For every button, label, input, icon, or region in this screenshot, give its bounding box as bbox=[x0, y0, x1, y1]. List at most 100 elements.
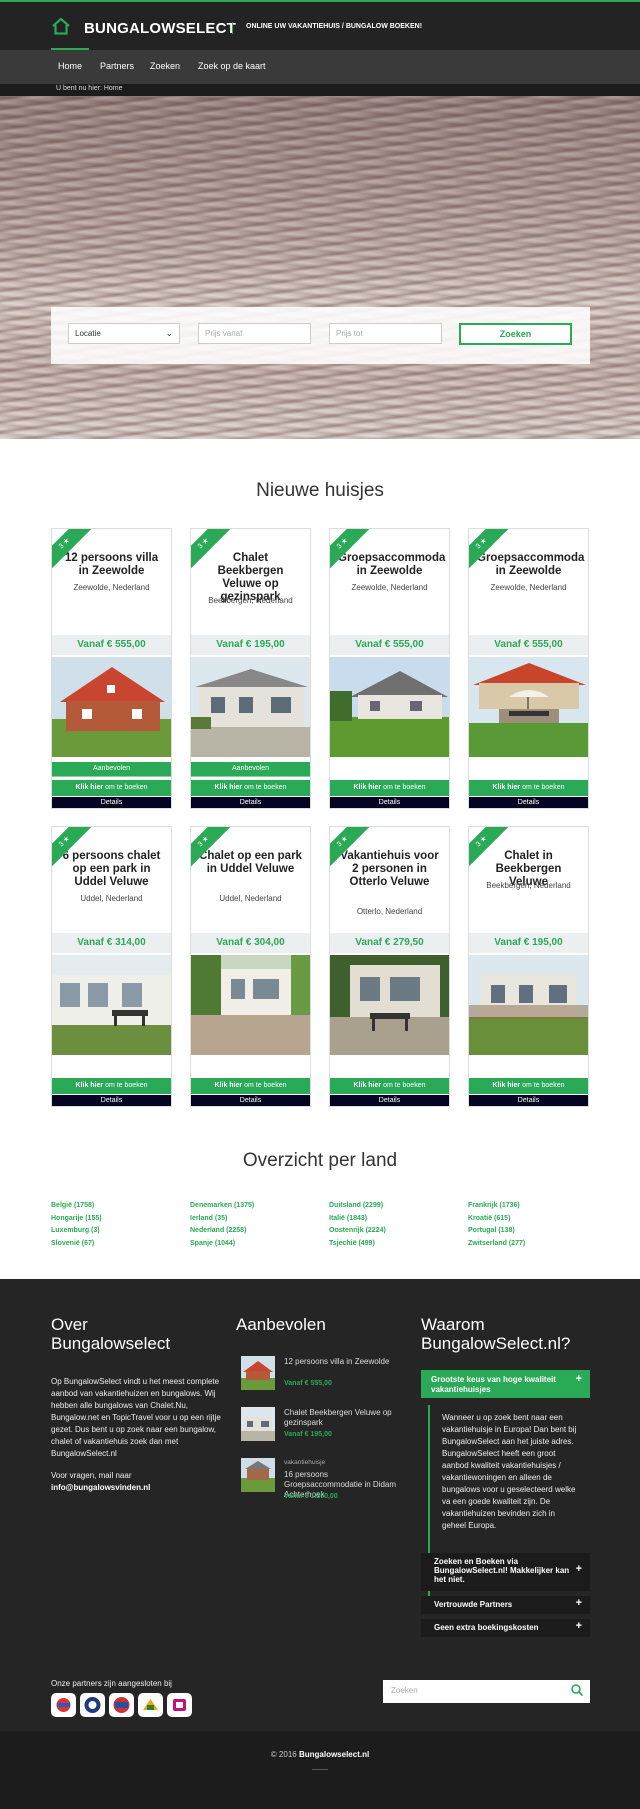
search-button[interactable]: Zoeken bbox=[459, 323, 572, 345]
details-button[interactable]: Details bbox=[469, 1095, 588, 1106]
book-strong: Klik hier bbox=[492, 1082, 521, 1089]
recommended-price: Vanaf € 195,00 bbox=[284, 1431, 332, 1438]
country-link[interactable]: Portugal (138) bbox=[468, 1227, 515, 1234]
details-button[interactable]: Details bbox=[191, 797, 310, 808]
country-link[interactable]: Zwitserland (277) bbox=[468, 1240, 525, 1247]
property-photo[interactable] bbox=[330, 657, 449, 757]
property-photo[interactable] bbox=[191, 955, 310, 1055]
book-button[interactable]: Klik hier om te boeken bbox=[191, 780, 310, 796]
details-button[interactable]: Details bbox=[469, 797, 588, 808]
card-title[interactable]: 12 persoons villa in Zeewolde bbox=[60, 552, 163, 578]
property-card[interactable]: 3 ★ Groepsaccommoda in Zeewolde Zeewolde, … bbox=[329, 528, 450, 809]
country-link[interactable]: Hongarije (155) bbox=[51, 1215, 102, 1222]
country-link[interactable]: Oostenrijk (2224) bbox=[329, 1227, 386, 1234]
accordion-item[interactable]: Geen extra boekingskosten + bbox=[421, 1619, 590, 1637]
book-button[interactable]: Klik hier om te boeken bbox=[330, 780, 449, 796]
book-strong: Klik hier bbox=[214, 1082, 243, 1089]
country-link[interactable]: Nederland (2258) bbox=[190, 1227, 246, 1234]
nav-zoek-op-kaart[interactable]: Zoek op de kaart bbox=[198, 61, 266, 71]
recommended-price: Vanaf € 555,00 bbox=[284, 1380, 332, 1387]
country-link[interactable]: Ierland (35) bbox=[190, 1215, 227, 1222]
property-photo[interactable] bbox=[469, 955, 588, 1055]
details-button[interactable]: Details bbox=[191, 1095, 310, 1106]
book-rest: om te boeken bbox=[381, 1082, 426, 1089]
property-photo[interactable] bbox=[52, 657, 171, 757]
site-tagline: ONLINE UW VAKANTIEHUIS / BUNGALOW BOEKEN… bbox=[246, 23, 423, 30]
country-link[interactable]: Denemarken (1375) bbox=[190, 1202, 254, 1209]
property-photo[interactable] bbox=[52, 955, 171, 1055]
new-houses-title: Nieuwe huisjes bbox=[256, 480, 384, 501]
property-card[interactable]: 3 ★ Groepsaccommoda in Zeewolde Zeewolde, … bbox=[468, 528, 589, 809]
card-location: Zeewolde, Nederland bbox=[490, 583, 567, 592]
nav-home[interactable]: Home bbox=[50, 48, 90, 71]
book-button[interactable]: Klik hier om te boeken bbox=[191, 1078, 310, 1094]
property-card[interactable]: 3 ★ Chalet in Beekbergen Veluwe Beekbergen… bbox=[468, 826, 589, 1107]
book-rest: om te boeken bbox=[381, 784, 426, 791]
property-photo-scene bbox=[330, 657, 449, 757]
country-link[interactable]: Frankrijk (1736) bbox=[468, 1202, 520, 1209]
country-link[interactable]: Duitsland (2299) bbox=[329, 1202, 383, 1209]
footer-search-input[interactable]: Zoeken bbox=[383, 1680, 590, 1703]
book-button[interactable]: Klik hier om te boeken bbox=[469, 1078, 588, 1094]
copyright-divider bbox=[312, 1769, 328, 1770]
property-card[interactable]: 3 ★ Chalet Beekbergen Veluwe op gezinspar… bbox=[190, 528, 311, 809]
recommended-title-link[interactable]: 12 persoons villa in Zeewolde bbox=[284, 1357, 404, 1367]
card-title[interactable]: Groepsaccommoda in Zeewolde bbox=[338, 552, 445, 578]
card-location: Uddel, Nederland bbox=[80, 894, 143, 903]
property-card[interactable]: 3 ★ Vakantiehuis voor 2 personen in Otter… bbox=[329, 826, 450, 1107]
book-strong: Klik hier bbox=[214, 784, 243, 791]
about-text: Op BungalowSelect vindt u het meest comp… bbox=[51, 1377, 221, 1458]
plus-icon: + bbox=[575, 1373, 582, 1385]
book-button[interactable]: Klik hier om te boeken bbox=[330, 1078, 449, 1094]
recommended-thumbnail[interactable] bbox=[241, 1356, 275, 1390]
property-photo[interactable] bbox=[330, 955, 449, 1055]
accordion-item[interactable]: Vertrouwde Partners + bbox=[421, 1596, 590, 1614]
recommended-thumbnail[interactable] bbox=[241, 1407, 275, 1441]
country-link[interactable]: Italië (1843) bbox=[329, 1215, 367, 1222]
card-title[interactable]: 6 persoons chalet op een park in Uddel V… bbox=[60, 850, 163, 889]
details-button[interactable]: Details bbox=[52, 1095, 171, 1106]
copyright-bar bbox=[0, 1731, 640, 1809]
card-title[interactable]: Chalet op een park in Uddel Veluwe bbox=[199, 850, 302, 876]
property-photo[interactable] bbox=[191, 657, 310, 757]
price-from-input[interactable]: Prijs vanaf bbox=[198, 323, 311, 344]
book-button[interactable]: Klik hier om te boeken bbox=[52, 1078, 171, 1094]
property-photo[interactable] bbox=[469, 657, 588, 757]
country-link[interactable]: Luxemburg (3) bbox=[51, 1227, 100, 1234]
card-title[interactable]: Groepsaccommoda in Zeewolde bbox=[477, 552, 584, 578]
search-icon[interactable] bbox=[570, 1683, 584, 1697]
property-card[interactable]: 3 ★ 12 persoons villa in Zeewolde Zeewolde… bbox=[51, 528, 172, 809]
site-logo[interactable]: BUNGALOWSELECT bbox=[84, 20, 236, 37]
details-button[interactable]: Details bbox=[330, 1095, 449, 1106]
property-photo-scene bbox=[469, 657, 588, 757]
about-mail-link[interactable]: info@bungalowsvinden.nl bbox=[51, 1483, 150, 1492]
home-logo-icon[interactable] bbox=[51, 17, 71, 35]
footer-search-placeholder: Zoeken bbox=[391, 1686, 418, 1695]
country-link[interactable]: Spanje (1044) bbox=[190, 1240, 235, 1247]
location-select[interactable]: Locatie ⌄ bbox=[68, 323, 180, 344]
copyright-site-link[interactable]: Bungalowselect.nl bbox=[299, 1750, 369, 1759]
card-price: Vanaf € 555,00 bbox=[330, 635, 449, 655]
nav-zoeken[interactable]: Zoeken bbox=[150, 61, 180, 71]
card-title[interactable]: Vakantiehuis voor 2 personen in Otterlo … bbox=[338, 850, 441, 889]
price-to-input[interactable]: Prijs tot bbox=[329, 323, 442, 344]
details-button[interactable]: Details bbox=[52, 797, 171, 808]
country-link[interactable]: België (1758) bbox=[51, 1202, 94, 1209]
book-button[interactable]: Klik hier om te boeken bbox=[52, 780, 171, 796]
property-photo-scene bbox=[191, 657, 310, 757]
details-button[interactable]: Details bbox=[330, 797, 449, 808]
card-price: Vanaf € 279,50 bbox=[330, 933, 449, 953]
copyright: © 2016 Bungalowselect.nl bbox=[0, 1750, 640, 1759]
country-link[interactable]: Slovenië (67) bbox=[51, 1240, 94, 1247]
book-button[interactable]: Klik hier om te boeken bbox=[469, 780, 588, 796]
recommended-title-link[interactable]: Chalet Beekbergen Veluwe op gezinspark bbox=[284, 1408, 404, 1428]
accordion-item[interactable]: Zoeken en Boeken via BungalowSelect.nl! … bbox=[421, 1553, 590, 1591]
book-strong: Klik hier bbox=[353, 1082, 382, 1089]
nav-partners[interactable]: Partners bbox=[100, 61, 134, 71]
accordion-item-open[interactable]: Grootste keus van hoge kwaliteit vakanti… bbox=[421, 1370, 590, 1398]
recommended-thumbnail[interactable] bbox=[241, 1458, 275, 1492]
property-card[interactable]: 3 ★ Chalet op een park in Uddel Veluwe Udd… bbox=[190, 826, 311, 1107]
country-link[interactable]: Tsjechië (499) bbox=[329, 1240, 375, 1247]
property-card[interactable]: 3 ★ 6 persoons chalet op een park in Udde… bbox=[51, 826, 172, 1107]
country-link[interactable]: Kroatië (615) bbox=[468, 1215, 510, 1222]
